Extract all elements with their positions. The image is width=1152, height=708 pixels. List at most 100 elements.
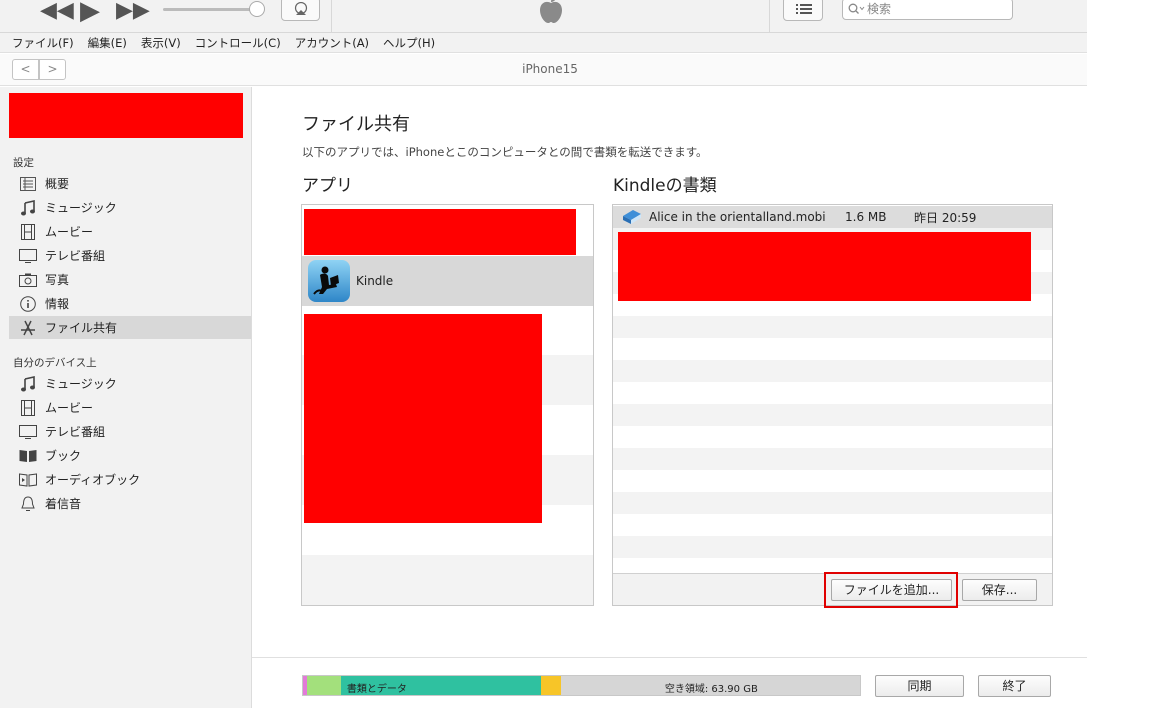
save-button[interactable]: 保存... — [962, 579, 1037, 601]
toolbar-divider — [331, 0, 332, 33]
volume-knob[interactable] — [249, 1, 265, 17]
app-name: Kindle — [356, 274, 394, 288]
menu-file[interactable]: ファイル(F) — [12, 35, 74, 51]
sidebar-item-summary[interactable]: 概要 — [9, 172, 251, 195]
menu-view[interactable]: 表示(V) — [141, 35, 181, 51]
storage-segment-documents: 書類とデータ — [340, 676, 542, 695]
camera-icon — [19, 271, 37, 289]
book-icon — [19, 447, 37, 465]
sidebar-item-label: 概要 — [45, 177, 70, 191]
info-icon — [19, 295, 37, 313]
bottom-divider — [252, 657, 1087, 658]
sidebar-item-photos[interactable]: 写真 — [9, 268, 251, 291]
app-store-icon — [19, 319, 37, 337]
tv-icon — [19, 423, 37, 441]
highlight-annotation — [824, 572, 958, 608]
sidebar-item-label: テレビ番組 — [45, 249, 106, 263]
storage-segment-yellow — [541, 676, 561, 695]
sidebar-item-label: オーディオブック — [45, 473, 141, 487]
sidebar-item-label: ミュージック — [45, 377, 117, 391]
menu-account[interactable]: アカウント(A) — [295, 35, 369, 51]
document-row[interactable]: Alice in the orientalland.mobi 1.6 MB 昨日… — [613, 206, 1052, 228]
sidebar-item-device-audiobooks[interactable]: オーディオブック — [9, 468, 251, 491]
sidebar-item-device-books[interactable]: ブック — [9, 444, 251, 467]
sidebar-item-device-movies[interactable]: ムービー — [9, 396, 251, 419]
list-stripe — [613, 448, 1052, 470]
page-description: 以下のアプリでは、iPhoneとこのコンピュータとの間で書類を転送できます。 — [302, 145, 708, 159]
apps-list: Kindle — [301, 204, 594, 606]
sidebar-item-device-music[interactable]: ミュージック — [9, 372, 251, 395]
menu-edit[interactable]: 編集(E) — [88, 35, 127, 51]
nav-bar: < > iPhone15 — [0, 54, 1087, 86]
list-stripe — [613, 536, 1052, 558]
search-input[interactable] — [867, 0, 1007, 18]
sidebar-item-label: テレビ番組 — [45, 425, 106, 439]
music-note-icon — [19, 199, 37, 217]
device-title: iPhone15 — [522, 62, 578, 76]
app-row-kindle[interactable]: Kindle — [302, 256, 593, 306]
document-name: Alice in the orientalland.mobi — [649, 210, 826, 224]
ebook-file-icon — [623, 210, 641, 224]
audiobook-icon — [19, 471, 37, 489]
menu-controls[interactable]: コントロール(C) — [195, 35, 281, 51]
list-view-button[interactable] — [783, 0, 823, 21]
sidebar-item-label: ミュージック — [45, 201, 117, 215]
sidebar: 設定 概要 ミュージック ムービー テレビ番組 写真 情報 ファイル共有 自分の… — [0, 87, 252, 708]
list-icon — [796, 4, 812, 14]
search-field[interactable] — [842, 0, 1013, 20]
volume-slider[interactable] — [163, 8, 261, 11]
menu-bar: ファイル(F) 編集(E) 表示(V) コントロール(C) アカウント(A) ヘ… — [0, 33, 1087, 53]
storage-segment-label: 書類とデータ — [346, 684, 407, 695]
storage-segment-green — [307, 676, 341, 695]
apple-logo-icon — [540, 0, 562, 23]
fast-forward-icon[interactable]: ▶▶ — [116, 0, 150, 24]
sidebar-item-label: ブック — [45, 449, 82, 463]
apps-header: アプリ — [302, 176, 353, 196]
sidebar-item-label: ムービー — [45, 401, 94, 415]
sidebar-item-label: 情報 — [45, 297, 70, 311]
search-icon — [848, 3, 865, 14]
documents-header: Kindleの書類 — [613, 176, 717, 196]
sidebar-item-device-ringtones[interactable]: 着信音 — [9, 492, 251, 515]
sidebar-item-label: 写真 — [45, 273, 70, 287]
toolbar-divider — [769, 0, 770, 33]
document-size: 1.6 MB — [845, 210, 887, 224]
kindle-app-icon — [308, 260, 350, 302]
device-redacted[interactable] — [9, 93, 243, 138]
done-button[interactable]: 終了 — [978, 675, 1051, 697]
menu-help[interactable]: ヘルプ(H) — [383, 35, 435, 51]
storage-bar: 書類とデータ 空き領域: 63.90 GB — [302, 675, 861, 696]
sidebar-item-device-tv[interactable]: テレビ番組 — [9, 420, 251, 443]
document-date: 昨日 20:59 — [914, 210, 977, 225]
sidebar-item-music[interactable]: ミュージック — [9, 196, 251, 219]
documents-redacted-area — [618, 232, 1031, 301]
film-icon — [19, 399, 37, 417]
list-stripe — [613, 492, 1052, 514]
page-title: ファイル共有 — [302, 114, 410, 135]
airplay-icon — [294, 2, 308, 15]
sidebar-item-movies[interactable]: ムービー — [9, 220, 251, 243]
app-row-redacted[interactable] — [304, 209, 576, 255]
airplay-button[interactable] — [281, 0, 320, 21]
music-note-icon — [19, 375, 37, 393]
device-section-header: 自分のデバイス上 — [13, 357, 97, 369]
sidebar-item-label: 着信音 — [45, 497, 82, 511]
sidebar-item-tv[interactable]: テレビ番組 — [9, 244, 251, 267]
rewind-icon[interactable]: ◀◀ — [40, 0, 74, 24]
settings-section-header: 設定 — [13, 157, 34, 169]
free-space-label: 空き領域: 63.90 GB — [664, 684, 758, 695]
sidebar-item-label: ファイル共有 — [45, 321, 118, 335]
sidebar-item-file-sharing[interactable]: ファイル共有 — [9, 316, 251, 339]
storage-free-space: 空き領域: 63.90 GB — [560, 676, 860, 695]
list-stripe — [613, 360, 1052, 382]
play-icon[interactable]: ▶ — [80, 0, 100, 24]
documents-list: Alice in the orientalland.mobi 1.6 MB 昨日… — [612, 204, 1053, 606]
sync-button[interactable]: 同期 — [875, 675, 964, 697]
list-stripe — [613, 316, 1052, 338]
itunes-window: ◀◀ ▶ ▶▶ 検索 ファイル(F) 編集(E) 表示(V) コントロール(C)… — [0, 0, 1152, 708]
sidebar-item-info[interactable]: 情報 — [9, 292, 251, 315]
list-stripe — [613, 404, 1052, 426]
film-icon — [19, 223, 37, 241]
toolbar: ◀◀ ▶ ▶▶ — [0, 0, 1087, 33]
summary-icon — [19, 175, 37, 193]
